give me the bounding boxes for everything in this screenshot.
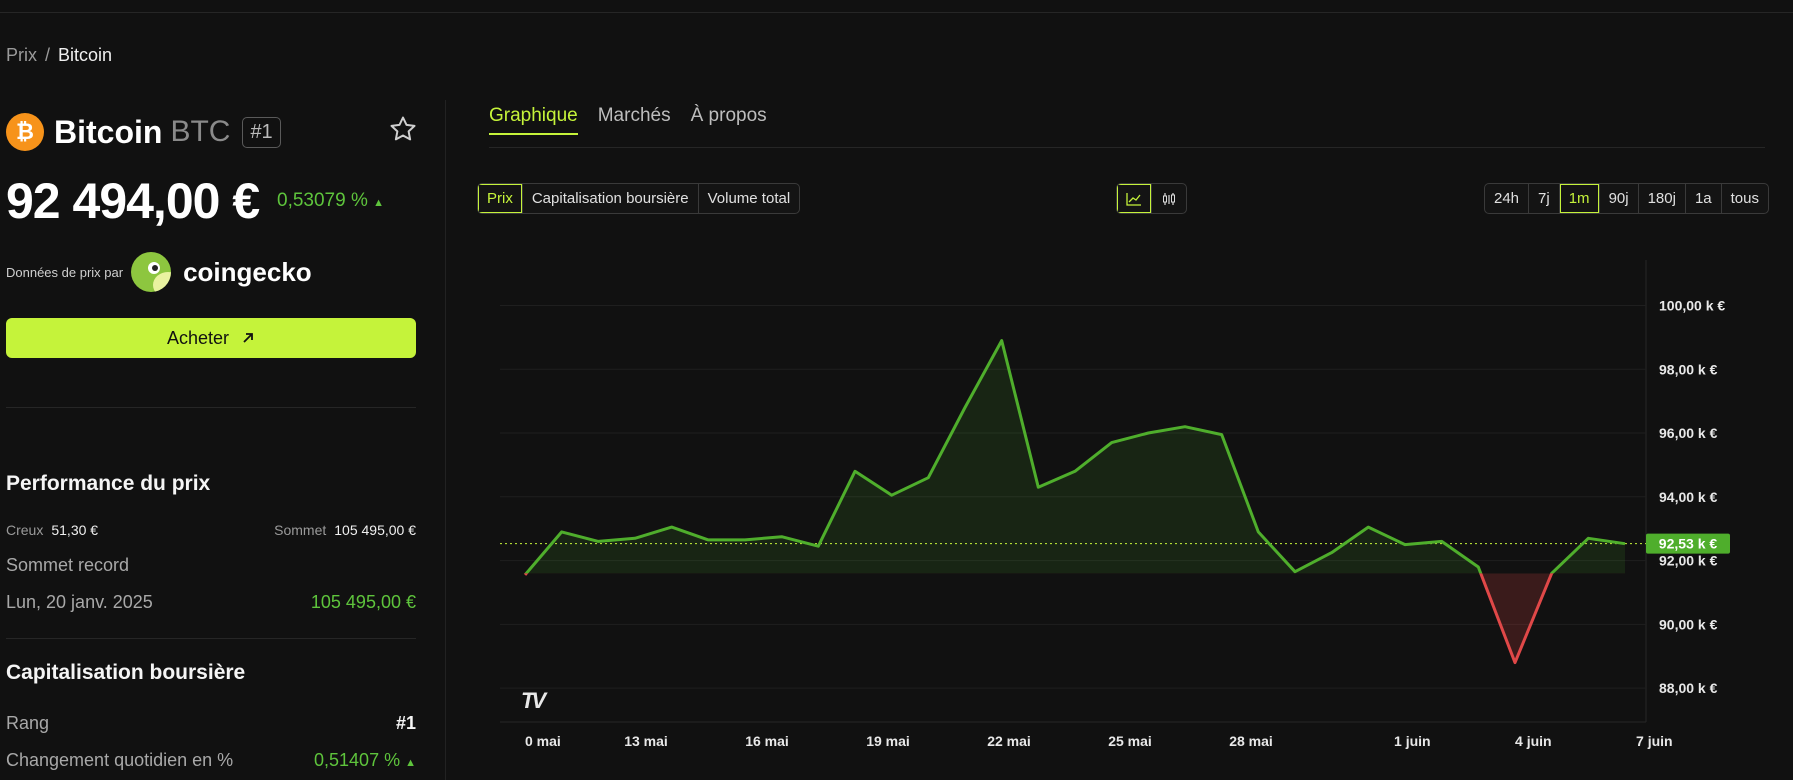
price-source: Données de prix par coingecko [6, 250, 312, 294]
price-line-below [523, 573, 1554, 665]
time-range-selector: 24h 7j 1m 90j 180j 1a tous [1484, 183, 1769, 214]
candlestick-button[interactable] [1152, 184, 1186, 213]
coin-name: Bitcoin [54, 113, 163, 150]
metric-price-button[interactable]: Prix [478, 184, 523, 213]
buy-button[interactable]: Acheter [6, 318, 416, 358]
price-change-24h: 0,53079 % ▲ [277, 190, 385, 211]
rank-badge: #1 [242, 116, 281, 148]
current-price-tag: 92,53 k € [1646, 533, 1730, 554]
y-tick-label: 98,00 k € [1659, 361, 1718, 377]
range-7d-button[interactable]: 7j [1529, 184, 1560, 213]
breadcrumb-separator: / [45, 45, 51, 65]
range-90d-button[interactable]: 90j [1600, 184, 1639, 213]
panel-divider [445, 100, 446, 780]
section-divider [6, 638, 416, 639]
market-cap-title: Capitalisation boursière [6, 661, 246, 684]
range-1m-button[interactable]: 1m [1560, 184, 1600, 213]
metric-selector: Prix Capitalisation boursière Volume tot… [477, 183, 801, 214]
breadcrumb-current: Bitcoin [58, 45, 113, 65]
coingecko-logo-icon [131, 252, 172, 292]
y-tick-label: 94,00 k € [1659, 489, 1718, 505]
top-divider [0, 12, 1793, 13]
coin-header: ₿ Bitcoin BTC #1 [6, 112, 281, 152]
y-tick-label: 100,00 k € [1659, 298, 1725, 314]
y-tick-label: 88,00 k € [1659, 680, 1718, 696]
x-tick-label: 28 mai [1229, 733, 1273, 749]
buy-button-label: Acheter [166, 327, 230, 348]
x-tick-label: 1 juin [1394, 733, 1431, 749]
range-24h-button[interactable]: 24h [1485, 184, 1530, 213]
tabs-divider [489, 147, 1765, 148]
current-price: 92 494,00 € [6, 173, 260, 229]
chart-fill-below [525, 573, 1552, 663]
ath-label: Sommet record [6, 555, 130, 575]
high-value: 105 495,00 € [334, 522, 416, 538]
x-tick-label: 16 mai [745, 733, 789, 749]
daily-change-value: 0,51407 % ▲ [314, 750, 416, 770]
breadcrumb: Prix / Bitcoin [6, 45, 112, 66]
star-icon[interactable] [388, 114, 418, 144]
x-tick-label: 19 mai [866, 733, 910, 749]
daily-change-label: Changement quotidien en % [6, 750, 234, 770]
breadcrumb-root-link[interactable]: Prix [6, 45, 37, 65]
arrow-up-right-icon [243, 333, 253, 343]
x-tick-label: 25 mai [1108, 733, 1152, 749]
y-tick-label: 92,00 k € [1659, 553, 1718, 569]
svg-text:92,53 k €: 92,53 k € [1659, 536, 1718, 552]
coin-symbol: BTC [170, 115, 231, 148]
candlestick-icon [1163, 192, 1175, 205]
chart-fill-above [525, 340, 1625, 574]
y-tick-label: 96,00 k € [1659, 425, 1718, 441]
section-divider [6, 407, 416, 408]
x-tick-label: 7 juin [1636, 733, 1673, 749]
chart-type-selector [1116, 183, 1187, 214]
x-tick-label: 4 juin [1515, 733, 1552, 749]
x-tick-label: 13 mai [624, 733, 668, 749]
tab-a-propos[interactable]: À propos [691, 105, 767, 135]
performance-title: Performance du prix [6, 472, 211, 495]
price-line-above [524, 339, 1626, 574]
tradingview-logo-icon: TV [521, 688, 546, 713]
metric-market-cap-button[interactable]: Capitalisation boursière [523, 184, 699, 213]
low-value: 51,30 € [51, 522, 99, 538]
range-180d-button[interactable]: 180j [1639, 184, 1686, 213]
y-tick-label: 90,00 k € [1659, 616, 1718, 632]
x-tick-label: 0 mai [525, 733, 561, 749]
ath-date: Lun, 20 janv. 2025 [6, 592, 153, 612]
up-arrow-icon: ▲ [405, 757, 416, 769]
tab-graphique[interactable]: Graphique [489, 105, 578, 135]
range-all-button[interactable]: tous [1722, 184, 1768, 213]
rank-value: #1 [395, 713, 416, 733]
main-tabs: Graphique Marchés À propos [489, 105, 767, 135]
low-high-row: Creux 51,30 € Sommet 105 495,00 € [6, 522, 416, 538]
line-chart-button[interactable] [1117, 184, 1152, 213]
tab-marches[interactable]: Marchés [598, 105, 671, 135]
ath-value: 105 495,00 € [310, 592, 416, 612]
up-arrow-icon: ▲ [373, 197, 385, 209]
rank-label: Rang [6, 713, 50, 733]
low-label: Creux [6, 522, 44, 538]
bitcoin-icon: ₿ [6, 113, 44, 151]
coingecko-name: coingecko [183, 256, 312, 287]
high-label: Sommet [274, 522, 327, 538]
line-chart-icon [1126, 192, 1141, 206]
metric-volume-button[interactable]: Volume total [699, 184, 800, 213]
x-tick-label: 22 mai [987, 733, 1031, 749]
price-source-label: Données de prix par [6, 264, 124, 280]
range-1y-button[interactable]: 1a [1686, 184, 1722, 213]
